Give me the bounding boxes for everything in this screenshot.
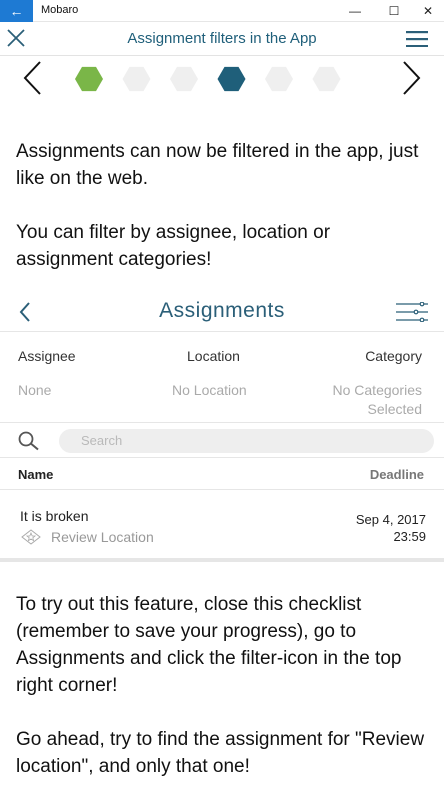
next-step-icon[interactable] [400, 60, 422, 101]
step-indicator [75, 66, 341, 92]
deadline-date: Sep 4, 2017 [355, 512, 426, 527]
step-hexagon-5[interactable] [265, 66, 293, 92]
outro-paragraph-1: To try out this feature, close this chec… [16, 594, 402, 696]
step-hexagon-4[interactable] [217, 66, 246, 92]
previous-step-icon[interactable] [22, 60, 44, 101]
intro-text: Assignments can now be filtered in the a… [16, 138, 428, 300]
category-value: No Categories Selected [332, 382, 423, 417]
assignment-location: Review Location [51, 529, 154, 545]
outro-text: To try out this feature, close this chec… [16, 591, 428, 807]
location-value: No Location [172, 382, 247, 398]
page-title: Assignment filters in the App [127, 30, 317, 47]
table-header: Name Deadline [0, 458, 444, 490]
intro-paragraph-2: You can filter by assignee, location or … [16, 222, 331, 270]
column-name: Name [18, 467, 54, 482]
window-titlebar: ← Mobaro — ☐ ✕ [0, 0, 444, 22]
assignee-value: None [18, 382, 52, 398]
step-progress [0, 58, 444, 100]
window-title: Mobaro [41, 4, 79, 16]
maximize-button[interactable]: ☐ [376, 0, 412, 22]
app-header: Assignment filters in the App [0, 22, 444, 56]
step-hexagon-2[interactable] [122, 66, 151, 92]
location-icon [20, 529, 42, 550]
filter-summary: Assignee Location Category None No Locat… [0, 344, 444, 420]
assignee-label: Assignee [18, 348, 76, 364]
assignment-deadline: Sep 4, 2017 23:59 [356, 511, 426, 545]
filter-icon [396, 301, 428, 327]
menu-icon[interactable] [406, 31, 428, 48]
step-hexagon-3[interactable] [170, 66, 198, 92]
step-hexagon-6[interactable] [312, 66, 341, 92]
deadline-time: 23:59 [393, 529, 426, 544]
window-back-button[interactable]: ← [0, 0, 33, 22]
list-item: It is broken Review Location Sep 4, 2017… [0, 491, 444, 553]
assignments-header: Assignments [0, 292, 444, 332]
step-hexagon-1[interactable] [75, 66, 103, 92]
category-label: Category [365, 348, 422, 364]
outro-paragraph-2: Go ahead, try to find the assignment for… [16, 729, 425, 777]
location-label: Location [187, 348, 240, 364]
search-input: Search [59, 429, 434, 453]
minimize-button[interactable]: — [337, 0, 373, 22]
assignments-preview: Assignments Assignee Location Category N… [0, 292, 444, 562]
assignments-title: Assignments [159, 299, 285, 322]
column-deadline: Deadline [369, 467, 424, 482]
window-close-button[interactable]: ✕ [410, 0, 444, 22]
intro-paragraph-1: Assignments can now be filtered in the a… [16, 141, 419, 189]
assignment-title: It is broken [20, 508, 89, 524]
search-bar: Search [0, 422, 444, 458]
search-icon [17, 431, 41, 456]
